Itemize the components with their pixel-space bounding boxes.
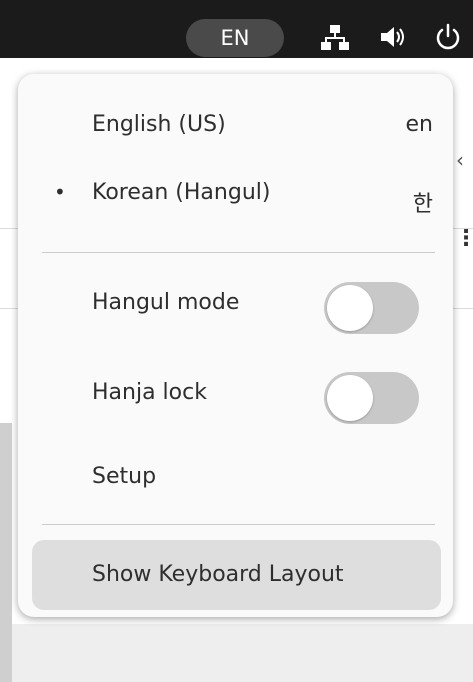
language-code: 한 [412, 192, 433, 217]
background-strip [0, 423, 12, 682]
power-icon[interactable] [433, 22, 463, 52]
toggle-knob [327, 375, 373, 421]
language-code: en [405, 112, 433, 137]
menu-item-english-us[interactable]: English (US) en [18, 112, 453, 148]
background-kebab-icon: ⋮ [455, 226, 473, 251]
menu-item-label: Hangul mode [92, 290, 240, 315]
input-source-menu: English (US) en • Korean (Hangul) 한 Hang… [18, 74, 453, 617]
menu-item-label: English (US) [92, 112, 226, 137]
top-bar: EN [0, 0, 473, 58]
menu-divider [42, 524, 435, 525]
hanja-lock-toggle[interactable] [324, 372, 419, 424]
menu-divider [42, 252, 435, 253]
menu-item-korean-hangul[interactable]: • Korean (Hangul) 한 [18, 180, 453, 220]
network-icon[interactable] [320, 22, 350, 52]
menu-item-hangul-mode[interactable]: Hangul mode [18, 282, 453, 334]
selected-bullet-icon: • [54, 180, 66, 204]
input-source-indicator[interactable]: EN [186, 19, 284, 57]
menu-item-label: Korean (Hangul) [92, 180, 271, 205]
menu-item-label: Setup [92, 464, 157, 489]
toggle-knob [327, 285, 373, 331]
volume-icon[interactable] [378, 22, 408, 52]
hangul-mode-toggle[interactable] [324, 282, 419, 334]
menu-item-label: Show Keyboard Layout [92, 562, 344, 587]
menu-item-show-keyboard-layout[interactable]: Show Keyboard Layout [32, 540, 441, 610]
background-close-icon: ‹ [456, 148, 464, 172]
menu-item-label: Hanja lock [92, 380, 207, 405]
menu-item-hanja-lock[interactable]: Hanja lock [18, 372, 453, 424]
menu-item-setup[interactable]: Setup [18, 464, 453, 500]
